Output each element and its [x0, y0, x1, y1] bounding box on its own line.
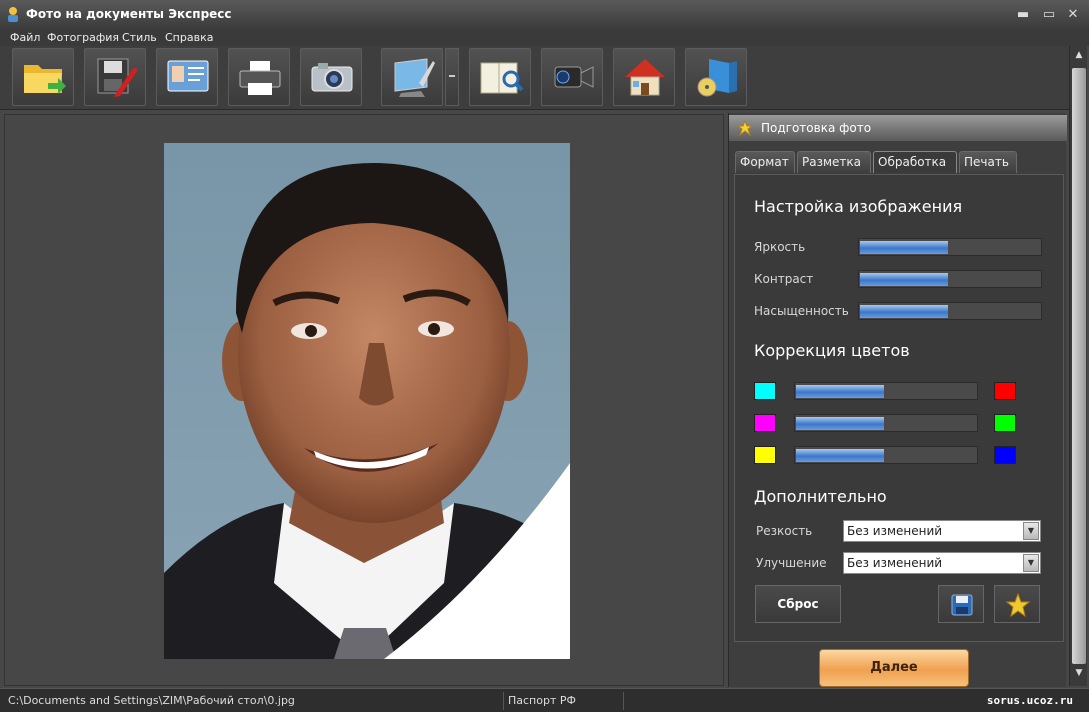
star-icon: [737, 120, 753, 136]
portrait-photo[interactable]: [164, 143, 570, 659]
document-format: Паспорт РФ: [504, 692, 624, 710]
tab-print[interactable]: Печать: [959, 151, 1017, 173]
menu-bar: Файл Фотография Стиль Справка: [0, 30, 1089, 46]
tab-format[interactable]: Формат: [735, 151, 795, 173]
enhance-select[interactable]: Без изменений ▼: [843, 552, 1041, 574]
tab-processing[interactable]: Обработка: [873, 151, 957, 173]
home-icon: [625, 59, 665, 96]
watermark: sorus.ucoz.ru: [986, 694, 1073, 707]
photo-canvas: [4, 114, 724, 686]
help-book-button[interactable]: [469, 48, 531, 106]
install-button[interactable]: [685, 48, 747, 106]
settings-panel: Подготовка фото Формат Разметка Обработк…: [728, 113, 1067, 687]
red-swatch: [994, 382, 1016, 400]
save-button[interactable]: [84, 48, 146, 106]
id-card-button[interactable]: [156, 48, 218, 106]
camera-button[interactable]: [300, 48, 362, 106]
magenta-green-slider[interactable]: [794, 414, 978, 432]
monitor-icon: [394, 58, 435, 97]
title-bar: Фото на документы Экспресс ▬ ▭ ✕: [0, 0, 1089, 30]
vertical-scrollbar[interactable]: ▲ ▼: [1069, 46, 1087, 686]
favorite-button[interactable]: [994, 585, 1040, 623]
scroll-down-icon[interactable]: ▼: [1072, 668, 1086, 682]
yellow-blue-slider[interactable]: [794, 446, 978, 464]
contrast-slider[interactable]: [858, 270, 1042, 288]
tab-content-processing: Настройка изображения Яркость Контраст Н…: [734, 174, 1064, 642]
printer-icon: [239, 61, 281, 95]
menu-file[interactable]: Файл: [10, 31, 40, 44]
app-person-icon: [8, 7, 18, 22]
sharpness-label: Резкость: [756, 524, 813, 538]
save-edit-icon: [97, 58, 138, 97]
color-correction-title: Коррекция цветов: [754, 341, 910, 360]
enhance-value: Без изменений: [847, 556, 943, 570]
save-settings-button[interactable]: [938, 585, 984, 623]
close-button[interactable]: ✕: [1064, 6, 1082, 24]
brightness-label: Яркость: [754, 240, 806, 254]
contrast-label: Контраст: [754, 272, 814, 286]
panel-title: Подготовка фото: [761, 121, 872, 135]
menu-style[interactable]: Стиль: [122, 31, 157, 44]
saturation-slider[interactable]: [858, 302, 1042, 320]
scroll-up-icon[interactable]: ▲: [1072, 50, 1086, 64]
extra-title: Дополнительно: [754, 487, 887, 506]
enhance-label: Улучшение: [756, 556, 827, 570]
brightness-slider[interactable]: [858, 238, 1042, 256]
toolbar: [0, 46, 1070, 110]
status-bar: C:\Documents and Settings\ZIM\Рабочий ст…: [0, 688, 1089, 712]
tab-markup[interactable]: Разметка: [797, 151, 871, 173]
saturation-label: Насыщенность: [754, 304, 849, 318]
chevron-down-icon[interactable]: ▼: [1023, 554, 1039, 572]
print-button[interactable]: [228, 48, 290, 106]
reset-button[interactable]: Сброс: [755, 585, 841, 623]
open-folder-icon: [24, 65, 66, 94]
id-card-icon: [167, 60, 209, 92]
toolbar-dropdown[interactable]: [445, 48, 459, 106]
window-title: Фото на документы Экспресс: [26, 7, 232, 21]
magenta-swatch: [754, 414, 776, 432]
scroll-thumb[interactable]: [1072, 68, 1086, 664]
open-button[interactable]: [12, 48, 74, 106]
disc-box-icon: [697, 59, 737, 97]
next-button[interactable]: Далее: [819, 649, 969, 687]
floppy-disk-icon: [951, 594, 973, 616]
panel-header: Подготовка фото: [729, 115, 1067, 141]
minimize-button[interactable]: ▬: [1014, 6, 1032, 24]
cyan-red-slider[interactable]: [794, 382, 978, 400]
star-icon: [1006, 593, 1030, 617]
menu-photo[interactable]: Фотография: [47, 31, 119, 44]
camera-icon: [311, 63, 353, 92]
book-search-icon: [480, 62, 524, 94]
yellow-swatch: [754, 446, 776, 464]
menu-help[interactable]: Справка: [165, 31, 213, 44]
app-window: Фото на документы Экспресс ▬ ▭ ✕ Файл Фо…: [0, 0, 1089, 712]
video-camera-icon: [554, 66, 594, 88]
sharpness-select[interactable]: Без изменений ▼: [843, 520, 1041, 542]
green-swatch: [994, 414, 1016, 432]
video-button[interactable]: [541, 48, 603, 106]
blue-swatch: [994, 446, 1016, 464]
chevron-down-icon[interactable]: ▼: [1023, 522, 1039, 540]
monitor-button[interactable]: [381, 48, 443, 106]
image-settings-title: Настройка изображения: [754, 197, 963, 216]
cyan-swatch: [754, 382, 776, 400]
sharpness-value: Без изменений: [847, 524, 943, 538]
file-path: C:\Documents and Settings\ZIM\Рабочий ст…: [4, 692, 504, 710]
home-button[interactable]: [613, 48, 675, 106]
maximize-button[interactable]: ▭: [1040, 6, 1058, 24]
